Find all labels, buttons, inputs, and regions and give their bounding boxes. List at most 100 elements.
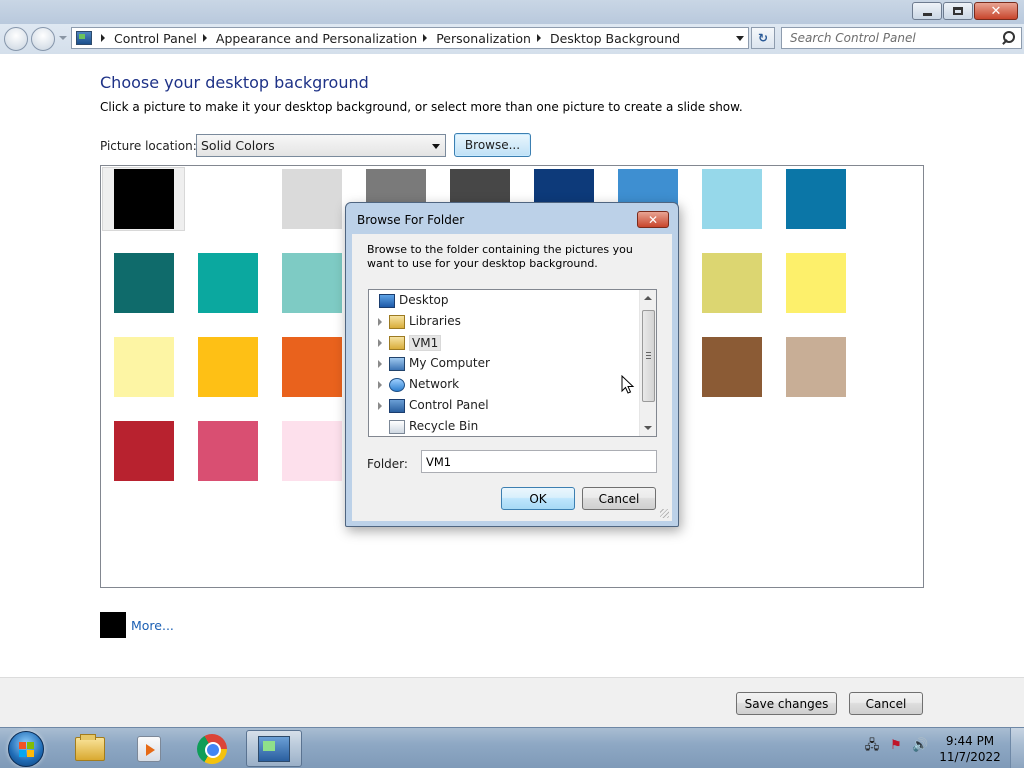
recent-pages-chevron-icon[interactable]: [59, 36, 67, 40]
tree-item[interactable]: Libraries: [369, 311, 639, 332]
more-colors-link[interactable]: More...: [131, 618, 174, 633]
navigation-bar: Control Panel Appearance and Personaliza…: [0, 24, 1024, 54]
tree-item[interactable]: My Computer: [369, 353, 639, 374]
action-center-icon[interactable]: ⚑: [888, 738, 904, 754]
tree-item[interactable]: Desktop: [369, 290, 639, 311]
taskbar: 🖧 ⚑ 🔊 9:44 PM 11/7/2022: [0, 727, 1024, 768]
color-swatch[interactable]: [786, 253, 846, 313]
custom-color-swatch[interactable]: [100, 612, 126, 638]
cancel-button[interactable]: Cancel: [849, 692, 923, 715]
address-dropdown-icon[interactable]: [736, 36, 744, 41]
tree-item-label: Network: [409, 377, 460, 391]
color-swatch[interactable]: [786, 337, 846, 397]
folder-label: Folder:: [367, 457, 408, 471]
close-icon: ✕: [990, 3, 1002, 19]
clock-time: 9:44 PM: [945, 734, 995, 748]
restore-button[interactable]: [943, 2, 973, 20]
dialog-close-button[interactable]: ✕: [637, 211, 669, 228]
breadcrumb-chevron-icon[interactable]: [536, 34, 541, 42]
control-panel-icon: [76, 31, 92, 45]
browse-for-folder-dialog: Browse For Folder ✕ Browse to the folder…: [345, 202, 679, 527]
browse-button[interactable]: Browse...: [454, 133, 531, 157]
tree-expander-icon[interactable]: [378, 402, 382, 410]
dialog-cancel-button[interactable]: Cancel: [582, 487, 656, 510]
back-button[interactable]: [4, 27, 28, 51]
tree-expander-icon[interactable]: [378, 318, 382, 326]
mouse-cursor-icon: [621, 375, 635, 394]
tree-item[interactable]: Control Panel: [369, 395, 639, 416]
color-swatch[interactable]: [282, 253, 342, 313]
show-desktop-button[interactable]: [1010, 728, 1024, 768]
color-swatch[interactable]: [198, 421, 258, 481]
color-swatch[interactable]: [198, 337, 258, 397]
taskbar-chrome[interactable]: [184, 730, 240, 767]
tree-expander-icon[interactable]: [378, 381, 382, 389]
network-tray-icon[interactable]: 🖧: [864, 738, 880, 754]
color-swatch[interactable]: [198, 253, 258, 313]
search-icon[interactable]: [1000, 30, 1016, 46]
breadcrumb-appearance[interactable]: Appearance and Personalization: [216, 31, 417, 46]
color-swatch[interactable]: [114, 169, 174, 229]
clock[interactable]: 9:44 PM 11/7/2022: [935, 733, 1005, 765]
folder-tree[interactable]: Desktop Libraries VM1 My Computer Network Con…: [368, 289, 657, 437]
footer-bar: Save changes Cancel: [0, 677, 1024, 727]
control-panel-icon: [389, 399, 405, 413]
forward-button[interactable]: [31, 27, 55, 51]
address-bar[interactable]: Control Panel Appearance and Personaliza…: [71, 27, 749, 49]
save-changes-button[interactable]: Save changes: [736, 692, 837, 715]
scroll-up-arrow-icon[interactable]: [644, 296, 652, 300]
ok-button[interactable]: OK: [501, 487, 575, 510]
color-swatch[interactable]: [114, 337, 174, 397]
page-title: Choose your desktop background: [100, 73, 369, 92]
breadcrumb-chevron-icon[interactable]: [202, 34, 207, 42]
picture-location-select[interactable]: Solid Colors: [196, 134, 446, 157]
breadcrumb-chevron-icon[interactable]: [101, 34, 105, 42]
color-swatch[interactable]: [282, 169, 342, 229]
search-placeholder: Search Control Panel: [790, 31, 916, 45]
user-folder-icon: [389, 336, 405, 350]
window-controls: ✕: [912, 2, 1018, 20]
tree-expander-icon[interactable]: [378, 339, 382, 347]
color-swatch[interactable]: [114, 253, 174, 313]
start-button[interactable]: [8, 731, 44, 767]
breadcrumb-control-panel[interactable]: Control Panel: [114, 31, 197, 46]
resize-grip-icon[interactable]: [660, 509, 669, 518]
tree-item-label: Control Panel: [409, 398, 489, 412]
color-swatch[interactable]: [114, 421, 174, 481]
minimize-button[interactable]: [912, 2, 942, 20]
color-swatch[interactable]: [702, 337, 762, 397]
taskbar-media-player[interactable]: [121, 730, 177, 767]
color-swatch[interactable]: [282, 421, 342, 481]
breadcrumb-desktop-background[interactable]: Desktop Background: [550, 31, 680, 46]
restore-icon: [953, 7, 963, 15]
color-swatch[interactable]: [198, 169, 258, 229]
close-button[interactable]: ✕: [974, 2, 1018, 20]
desktop-icon: [379, 294, 395, 308]
taskbar-control-panel[interactable]: [246, 730, 302, 767]
color-swatch[interactable]: [702, 169, 762, 229]
breadcrumb-chevron-icon[interactable]: [423, 34, 428, 42]
color-swatch[interactable]: [786, 169, 846, 229]
color-swatch[interactable]: [282, 337, 342, 397]
tree-item[interactable]: Recycle Bin: [369, 416, 639, 436]
color-swatch[interactable]: [702, 253, 762, 313]
computer-icon: [389, 357, 405, 371]
tree-expander-icon[interactable]: [378, 360, 382, 368]
scroll-thumb[interactable]: [642, 310, 655, 402]
chrome-icon: [197, 733, 227, 764]
search-input[interactable]: Search Control Panel: [781, 27, 1022, 49]
folder-field[interactable]: VM1: [421, 450, 657, 473]
volume-icon[interactable]: 🔊: [912, 738, 928, 754]
taskbar-windows-explorer[interactable]: [62, 730, 118, 767]
dialog-title: Browse For Folder: [357, 213, 465, 227]
chevron-down-icon: [432, 144, 440, 149]
tree-scrollbar[interactable]: [639, 290, 656, 436]
network-icon: [389, 378, 405, 392]
scroll-down-arrow-icon[interactable]: [644, 426, 652, 430]
refresh-button[interactable]: ↻: [751, 27, 775, 49]
tree-item[interactable]: Network: [369, 374, 639, 395]
breadcrumb-personalization[interactable]: Personalization: [436, 31, 531, 46]
tree-item[interactable]: VM1: [369, 332, 639, 353]
page-subtitle: Click a picture to make it your desktop …: [100, 100, 743, 114]
picture-location-label: Picture location:: [100, 139, 197, 153]
